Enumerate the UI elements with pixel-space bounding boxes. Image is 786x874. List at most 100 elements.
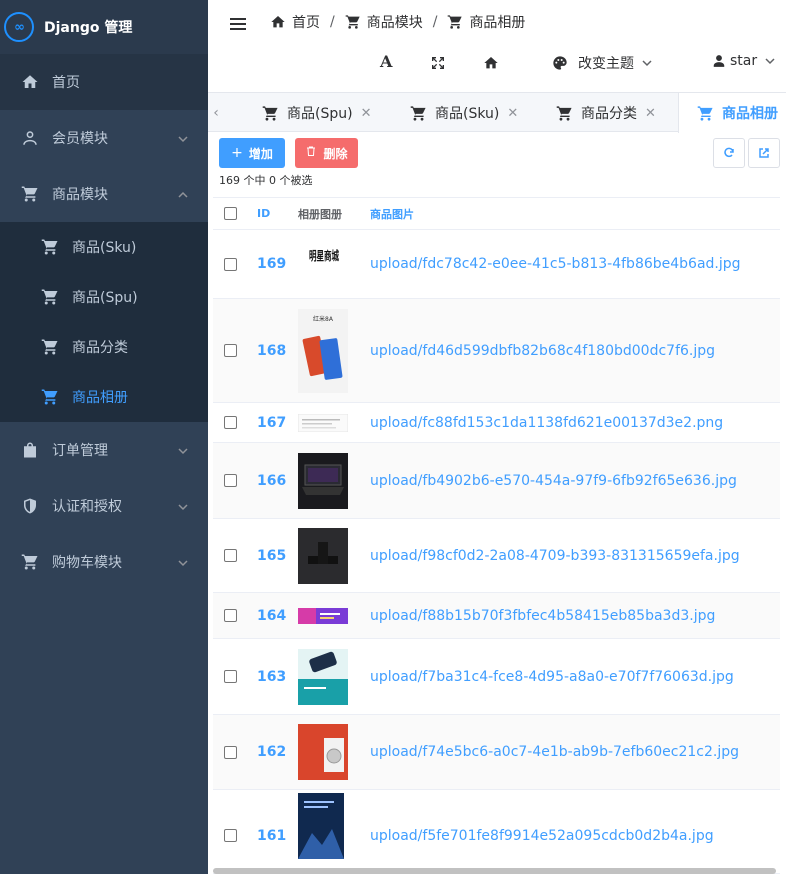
- font-size-icon[interactable]: A: [380, 52, 392, 71]
- sidebar-item-category[interactable]: 商品分类: [0, 322, 208, 372]
- add-button[interactable]: + 增加: [219, 138, 285, 168]
- thumbnail-image[interactable]: [298, 452, 348, 509]
- cart-icon: [345, 15, 360, 29]
- horizontal-scrollbar[interactable]: [213, 868, 776, 874]
- sidebar-item-orders[interactable]: 订单管理: [0, 422, 208, 478]
- cart-icon: [40, 287, 60, 307]
- delete-button[interactable]: 删除: [295, 138, 358, 168]
- sidebar-item-auth[interactable]: 认证和授权: [0, 478, 208, 534]
- close-icon[interactable]: ✕: [645, 106, 656, 121]
- select-all-checkbox[interactable]: [224, 207, 237, 220]
- column-header-image: 相册图册: [298, 207, 342, 221]
- column-header-url[interactable]: 商品图片: [370, 206, 780, 222]
- sidebar-item-label: 购物车模块: [52, 555, 122, 571]
- tab-spu[interactable]: 商品(Spu) ✕: [244, 93, 371, 133]
- cart-icon: [697, 105, 713, 121]
- image-url-link[interactable]: upload/f7ba31c4-fce8-4d95-a8a0-e70f7f760…: [370, 669, 780, 685]
- chevron-down-icon: [178, 500, 188, 511]
- trash-icon: [305, 145, 317, 161]
- thumbnail-image[interactable]: [298, 607, 348, 624]
- row-checkbox[interactable]: [224, 549, 237, 562]
- sidebar-item-spu[interactable]: 商品(Spu): [0, 272, 208, 322]
- thumbnail-image[interactable]: [298, 648, 348, 705]
- image-url-link[interactable]: upload/f5fe701fe8f9914e52a095cdcb0d2b4a.…: [370, 828, 780, 844]
- row-checkbox[interactable]: [224, 257, 237, 271]
- row-checkbox[interactable]: [224, 609, 237, 622]
- row-checkbox[interactable]: [224, 416, 237, 429]
- sidebar-item-cart[interactable]: 购物车模块: [0, 534, 208, 590]
- breadcrumb-home[interactable]: 首页: [270, 12, 320, 32]
- sidebar-item-label: 商品(Spu): [72, 290, 138, 306]
- image-url-link[interactable]: upload/fb4902b6-e570-454a-97f9-6fb92f65e…: [370, 473, 780, 489]
- row-id[interactable]: 161: [253, 828, 298, 844]
- sidebar-item-label: 认证和授权: [52, 499, 122, 515]
- tab-category[interactable]: 商品分类 ✕: [538, 93, 656, 133]
- sidebar-item-member[interactable]: 会员模块: [0, 110, 208, 166]
- breadcrumb-goods[interactable]: 商品模块: [345, 12, 423, 32]
- hamburger-icon[interactable]: [230, 15, 246, 31]
- row-id[interactable]: 163: [253, 669, 298, 685]
- image-url-link[interactable]: upload/fd46d599dbfb82b68c4f180bd00dc7f6.…: [370, 343, 780, 359]
- sidebar-item-sku[interactable]: 商品(Sku): [0, 222, 208, 272]
- export-button[interactable]: [748, 138, 780, 168]
- tab-album[interactable]: 商品相册: [678, 93, 786, 133]
- thumbnail-image[interactable]: [298, 527, 348, 584]
- selection-count: 169 个中 0 个被选: [219, 174, 313, 187]
- row-checkbox[interactable]: [224, 474, 237, 487]
- header: 首页 / 商品模块 / 商品相册 A 改变主题 star: [208, 0, 786, 92]
- sidebar-item-label: 订单管理: [52, 443, 108, 459]
- thumbnail-image[interactable]: 红米8A: [298, 308, 348, 393]
- sidebar-item-label: 商品模块: [52, 187, 108, 203]
- chevron-down-icon: [642, 58, 652, 68]
- thumbnail-image[interactable]: [298, 793, 344, 859]
- action-toolbar: + 增加 删除 169 个中 0 个被选: [208, 132, 786, 196]
- brand-logo[interactable]: ∞ Django 管理: [0, 0, 208, 54]
- cart-icon: [410, 105, 426, 121]
- sidebar-item-album[interactable]: 商品相册: [0, 372, 208, 422]
- table-row: 167 upload/fc88fd153c1da1138fd621e00137d…: [213, 403, 780, 443]
- table-row: 161 upload/f5fe701fe8f9914e52a095cdcb0d2…: [213, 790, 780, 874]
- theme-menu[interactable]: 改变主题: [552, 53, 652, 73]
- sidebar: ∞ Django 管理 首页 会员模块 商品模块 商品(Sku) 商品(Spu)…: [0, 0, 208, 874]
- sidebar-item-label: 商品分类: [72, 340, 128, 356]
- refresh-button[interactable]: [713, 138, 745, 168]
- image-url-link[interactable]: upload/f88b15b70f3fbfec4b58415eb85ba3d3.…: [370, 608, 780, 624]
- sidebar-item-goods[interactable]: 商品模块: [0, 166, 208, 222]
- tab-scroll-left-icon[interactable]: ‹: [208, 93, 224, 133]
- row-id[interactable]: 165: [253, 548, 298, 564]
- image-url-link[interactable]: upload/fc88fd153c1da1138fd621e00137d3e2.…: [370, 415, 780, 431]
- cart-icon: [40, 237, 60, 257]
- close-icon[interactable]: ✕: [507, 106, 518, 121]
- sidebar-item-label: 首页: [52, 75, 80, 91]
- row-checkbox[interactable]: [224, 670, 237, 683]
- column-header-id[interactable]: ID: [253, 207, 298, 220]
- cart-icon: [40, 337, 60, 357]
- image-url-link[interactable]: upload/fdc78c42-e0ee-41c5-b813-4fb86be4b…: [370, 256, 780, 272]
- row-checkbox[interactable]: [224, 745, 237, 759]
- fullscreen-icon[interactable]: [430, 55, 446, 71]
- thumbnail-image[interactable]: [298, 724, 348, 780]
- row-checkbox[interactable]: [224, 829, 237, 842]
- sidebar-item-home[interactable]: 首页: [0, 54, 208, 110]
- table-row: 165 upload/f98cf0d2-2a08-4709-b393-83131…: [213, 519, 780, 593]
- thumbnail-image[interactable]: [298, 413, 348, 432]
- table-row: 164 upload/f88b15b70f3fbfec4b58415eb85ba…: [213, 593, 780, 639]
- chevron-down-icon: [178, 444, 188, 455]
- tab-sku[interactable]: 商品(Sku) ✕: [392, 93, 518, 133]
- thumbnail-image[interactable]: 明星商城: [298, 238, 350, 290]
- row-id[interactable]: 164: [253, 608, 298, 624]
- row-id[interactable]: 167: [253, 415, 298, 431]
- row-id[interactable]: 166: [253, 473, 298, 489]
- row-id[interactable]: 162: [253, 744, 298, 760]
- row-id[interactable]: 168: [253, 343, 298, 359]
- row-id[interactable]: 169: [253, 256, 298, 272]
- chevron-down-icon: [178, 132, 188, 143]
- bag-icon: [20, 440, 40, 460]
- close-icon[interactable]: ✕: [361, 106, 372, 121]
- cart-icon: [20, 184, 40, 204]
- image-url-link[interactable]: upload/f74e5bc6-a0c7-4e1b-ab9b-7efb60ec2…: [370, 744, 780, 760]
- user-menu[interactable]: star: [712, 53, 775, 69]
- image-url-link[interactable]: upload/f98cf0d2-2a08-4709-b393-831315659…: [370, 548, 780, 564]
- home-icon[interactable]: [483, 55, 499, 71]
- row-checkbox[interactable]: [224, 344, 237, 357]
